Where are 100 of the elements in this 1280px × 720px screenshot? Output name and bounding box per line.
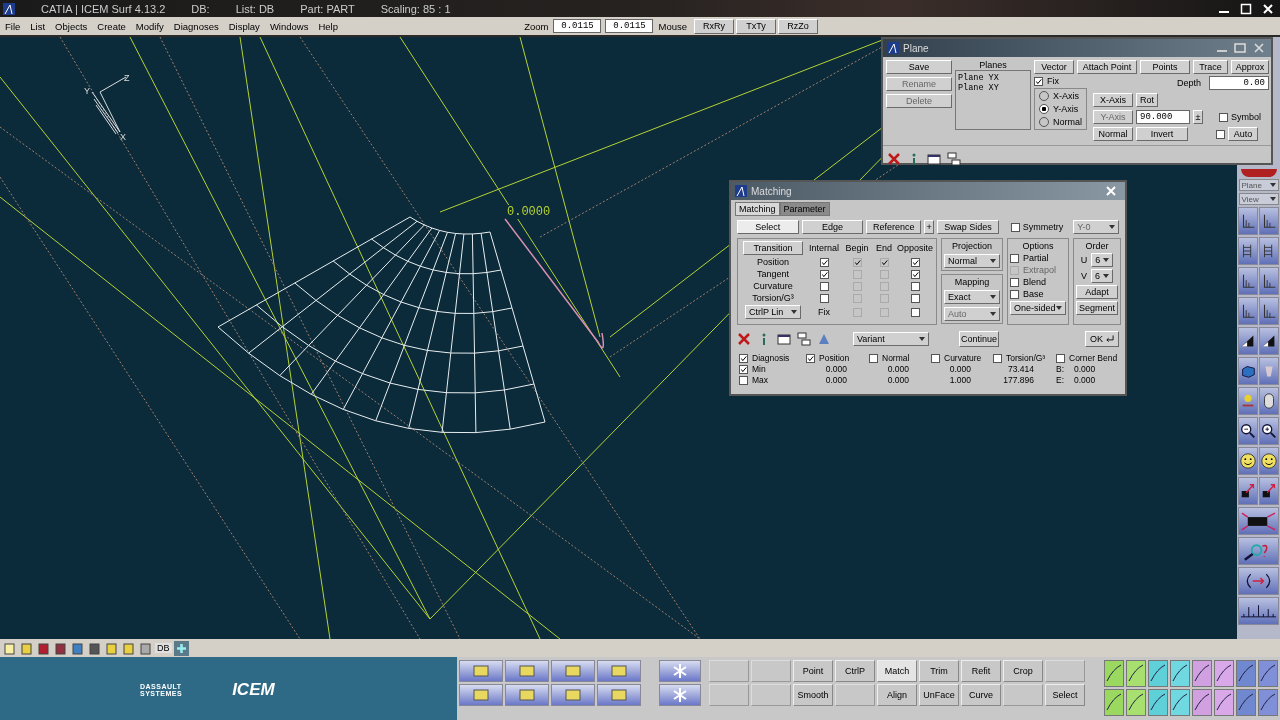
toolbar-button[interactable] [1238, 417, 1258, 445]
command-button[interactable]: Crop [1003, 660, 1043, 682]
toolbar-button[interactable] [1238, 357, 1258, 385]
checkbox[interactable] [1010, 253, 1019, 263]
tool-palette-button[interactable] [1126, 660, 1146, 687]
checkbox[interactable] [1219, 112, 1228, 122]
checkbox[interactable] [819, 269, 829, 279]
tool-palette-button[interactable] [1258, 660, 1278, 687]
view-dropdown[interactable]: Plane [1238, 179, 1279, 191]
menu-item[interactable]: Create [92, 20, 131, 32]
stepper-button[interactable]: ± [1193, 110, 1203, 124]
swap-sides-button[interactable]: Swap Sides [937, 220, 999, 234]
triangle-icon[interactable] [817, 332, 831, 346]
radio-button[interactable] [1039, 117, 1049, 127]
checkbox[interactable] [1034, 76, 1043, 86]
checkbox[interactable] [910, 281, 920, 291]
toolbar-button[interactable] [1259, 447, 1279, 475]
tool-palette-button[interactable] [1214, 660, 1234, 687]
plane-entry[interactable]: Plane YX [958, 73, 1028, 83]
transition-button[interactable]: Transition [743, 241, 803, 255]
toolbar-button[interactable] [1238, 447, 1258, 475]
toolbar-button[interactable] [1238, 567, 1279, 595]
planes-list[interactable]: Plane YX Plane XY [955, 70, 1031, 130]
toolbar-button[interactable] [1259, 237, 1279, 265]
dialog-button[interactable]: Rot [1136, 93, 1158, 107]
checkbox[interactable] [931, 353, 940, 363]
checkbox[interactable] [1056, 353, 1065, 363]
angle-field[interactable]: 90.000 [1136, 110, 1190, 124]
radio-button[interactable] [1039, 91, 1049, 101]
menu-item[interactable]: Modify [130, 20, 169, 32]
checkbox[interactable] [819, 257, 829, 267]
checkbox[interactable] [739, 353, 748, 363]
dialog-button[interactable]: Invert [1136, 127, 1188, 141]
tool-palette-button[interactable] [1126, 689, 1146, 716]
toolbar-button[interactable] [1259, 387, 1279, 415]
radio-button[interactable] [1039, 104, 1049, 114]
continue-button[interactable]: Continue [959, 331, 999, 347]
command-button[interactable]: Trim [919, 660, 959, 682]
toolbar-button[interactable] [1259, 297, 1279, 325]
dialog-button[interactable]: Points [1140, 60, 1190, 74]
toolbar-button[interactable] [1259, 327, 1279, 355]
tool-palette-button[interactable] [1214, 689, 1234, 716]
checkbox[interactable] [910, 293, 920, 303]
plus-icon[interactable] [173, 640, 189, 656]
tool-palette-button[interactable] [1236, 660, 1256, 687]
dialog-button[interactable]: Normal [1093, 127, 1133, 141]
tab[interactable]: Parameter [779, 202, 830, 216]
menu-item[interactable]: Diagnoses [168, 20, 224, 32]
tool-palette-button[interactable] [1148, 689, 1168, 716]
dialog-button[interactable]: Vector [1034, 60, 1074, 74]
add-button[interactable]: + [924, 220, 935, 234]
dialog-button[interactable]: X-Axis [1093, 93, 1133, 107]
toolbar-button[interactable] [1238, 237, 1258, 265]
checkbox[interactable] [739, 375, 748, 385]
ok-button[interactable]: OK [1085, 331, 1119, 347]
toolbar-button[interactable] [1238, 507, 1279, 535]
close-icon[interactable] [887, 152, 901, 166]
tool-palette-button[interactable] [1258, 689, 1278, 716]
checkbox[interactable] [1010, 289, 1019, 299]
mode-button[interactable]: Edge [801, 220, 864, 234]
toolbar-button[interactable] [1238, 477, 1258, 505]
menu-item[interactable]: File [0, 20, 26, 32]
dialog-button[interactable]: Segment [1076, 301, 1118, 315]
checkbox[interactable] [910, 269, 920, 279]
toolbar-button[interactable] [1238, 327, 1258, 355]
mode-button[interactable]: Select [737, 220, 799, 234]
dialog-button[interactable]: Save [886, 60, 952, 74]
dialog-button[interactable]: Trace [1193, 60, 1228, 74]
toolbar-button[interactable] [1238, 207, 1258, 235]
mouse-mode-button[interactable]: RxRy [694, 18, 734, 34]
toolbar-button[interactable] [1238, 597, 1279, 625]
dialog-button[interactable]: Adapt [1076, 285, 1118, 299]
dropdown[interactable]: Normal [944, 254, 1000, 268]
plane-entry[interactable]: Plane XY [958, 83, 1028, 93]
menu-item[interactable]: Windows [264, 20, 314, 32]
checkbox[interactable] [993, 353, 1002, 363]
command-button[interactable]: Smooth [793, 684, 833, 706]
tool-palette-button[interactable] [1148, 660, 1168, 687]
checkbox[interactable] [1010, 277, 1019, 287]
menu-item[interactable]: List [25, 20, 51, 32]
dropdown[interactable]: 6 [1091, 269, 1113, 283]
menu-item[interactable]: Objects [50, 20, 93, 32]
tool-palette-button[interactable] [1104, 689, 1124, 716]
checkbox[interactable] [910, 257, 920, 267]
mouse-mode-button[interactable]: TxTy [736, 18, 776, 34]
tool-palette-button[interactable] [1192, 660, 1212, 687]
menu-item[interactable]: Display [223, 20, 265, 32]
checkbox[interactable] [1010, 222, 1020, 232]
command-button[interactable]: Align [877, 684, 917, 706]
view-dropdown[interactable]: View [1238, 193, 1279, 205]
tool-palette-button[interactable] [1104, 660, 1124, 687]
toolbar-button[interactable] [1259, 417, 1279, 445]
toolbar-button[interactable] [1238, 297, 1258, 325]
mode-button[interactable]: Reference [866, 220, 922, 234]
checkbox[interactable] [806, 353, 815, 363]
toolbar-button[interactable] [1238, 267, 1258, 295]
window-icon[interactable] [927, 152, 941, 166]
checkbox[interactable] [819, 281, 829, 291]
mouse-mode-button[interactable]: RzZo [778, 18, 818, 34]
toolbar-button[interactable] [1259, 267, 1279, 295]
